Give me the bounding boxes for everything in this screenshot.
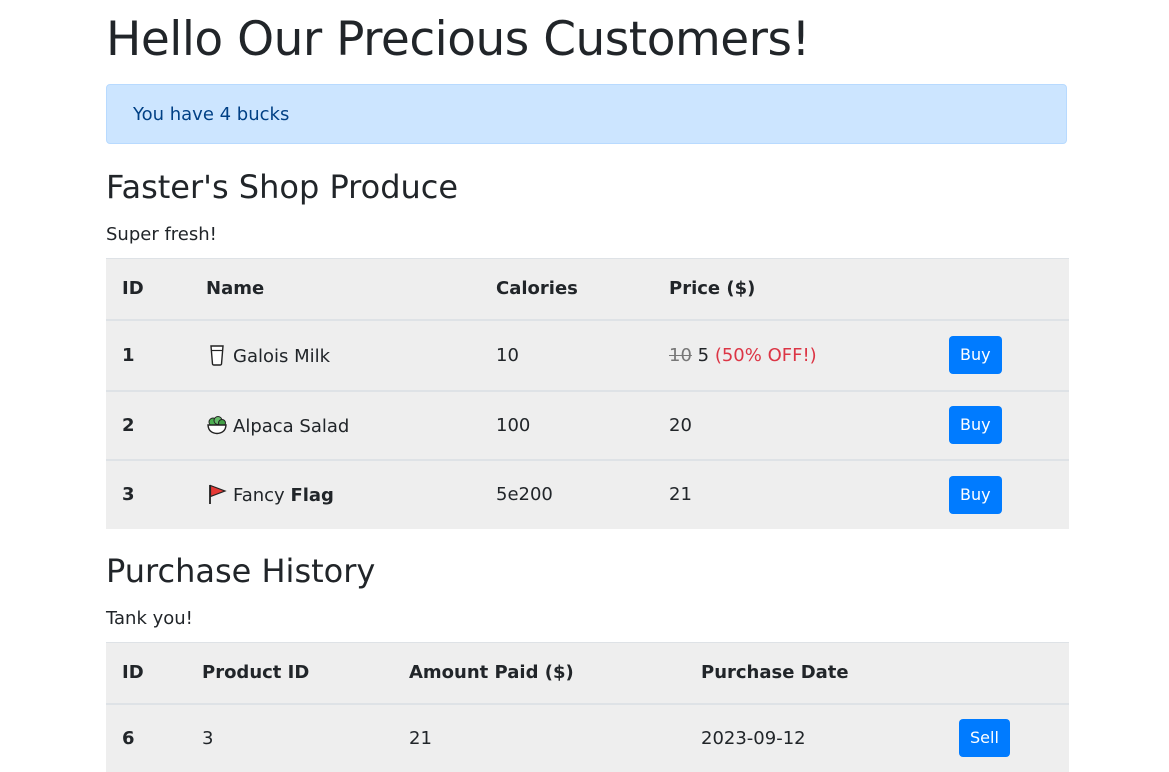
product-price-cell: 10 5 (50% OFF!) (653, 320, 933, 391)
product-name-cell: Galois Milk (190, 320, 480, 391)
column-header-name: Name (206, 278, 265, 300)
products-header-row: ID Name Calories Price ($) (106, 258, 1069, 320)
column-header-action (943, 643, 1069, 704)
products-table: ID Name Calories Price ($) 1 Galois Milk… (106, 258, 1069, 529)
column-header-calories: Calories (496, 278, 578, 300)
column-header-product-id: Product ID (202, 662, 310, 684)
product-id: 3 (122, 484, 135, 505)
milk-glass-icon (210, 344, 224, 366)
column-header-amount-paid: Amount Paid ($) (409, 662, 574, 684)
page-title: Hello Our Precious Customers! (106, 12, 810, 67)
history-title: Purchase History (106, 552, 376, 590)
product-price: 21 (669, 484, 692, 505)
buy-button[interactable]: Buy (949, 406, 1002, 444)
buy-button[interactable]: Buy (949, 336, 1002, 374)
purchase-amount-paid: 21 (409, 727, 432, 749)
product-id: 1 (122, 344, 135, 366)
product-action-cell: Buy (933, 460, 1069, 529)
product-id: 2 (122, 414, 135, 436)
product-name-cell: Fancy Flag (190, 460, 480, 529)
product-price-cell: 21 (653, 460, 933, 529)
purchase-action-cell: Sell (943, 704, 1069, 772)
buy-button[interactable]: Buy (949, 475, 1002, 514)
discount-label: (50% OFF!) (714, 344, 817, 366)
column-header-price: Price ($) (669, 278, 756, 300)
sell-button[interactable]: Sell (959, 719, 1010, 757)
product-name: Fancy (233, 485, 285, 506)
shop-title: Faster's Shop Produce (106, 168, 459, 206)
salad-icon (207, 415, 227, 434)
purchase-history-table: ID Product ID Amount Paid ($) Purchase D… (106, 642, 1069, 772)
product-name-cell: Alpaca Salad (190, 391, 480, 460)
main-container: Hello Our Precious Customers! You have 4… (106, 0, 1069, 772)
sale-price: 5 (697, 344, 710, 366)
shop-subtitle: Super fresh! (106, 224, 217, 245)
product-calories: 5e200 (496, 484, 553, 505)
history-subtitle: Tank you! (106, 608, 193, 629)
product-name-bold: Flag (290, 485, 334, 506)
product-action-cell: Buy (933, 391, 1069, 460)
column-header-purchase-date: Purchase Date (701, 662, 849, 684)
product-row: 2 Alpaca Salad 100 20 Buy (106, 390, 1069, 460)
product-action-cell: Buy (933, 320, 1069, 391)
original-price: 10 (669, 344, 692, 366)
product-calories: 10 (496, 344, 519, 366)
product-row: 3 Fancy Flag 5e200 21 Buy (106, 459, 1069, 529)
history-header-row: ID Product ID Amount Paid ($) Purchase D… (106, 642, 1069, 704)
balance-alert: You have 4 bucks (106, 84, 1067, 144)
purchase-date: 2023-09-12 (701, 727, 806, 749)
product-price: 20 (669, 414, 692, 436)
product-price-cell: 20 (653, 391, 933, 460)
red-flag-icon (209, 484, 227, 504)
column-header-id: ID (122, 278, 144, 300)
purchase-id: 6 (122, 727, 135, 749)
product-name: Alpaca Salad (233, 415, 350, 437)
column-header-id: ID (122, 662, 144, 684)
column-header-action (933, 259, 1069, 320)
product-calories: 100 (496, 414, 531, 436)
product-row: 1 Galois Milk 10 10 5 (50% OFF!) Buy (106, 319, 1069, 391)
purchase-product-id: 3 (202, 727, 214, 749)
history-row: 6 3 21 2023-09-12 Sell (106, 703, 1069, 772)
product-name: Galois Milk (233, 345, 331, 367)
